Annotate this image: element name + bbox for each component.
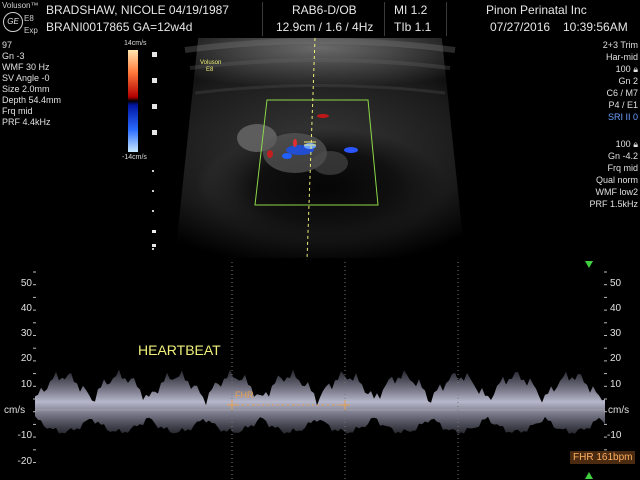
param-prf: PRF 4.4kHz (2, 117, 51, 127)
param-map: C6 / M7 (606, 88, 638, 98)
header-bar: Voluson™ GE E8 Exp BRADSHAW, NICOLE 04/1… (0, 0, 640, 38)
brand-label: Voluson™ (2, 1, 39, 10)
scale-label-right: 10 (610, 379, 622, 390)
unit-label-left: cm/s (4, 405, 26, 416)
param-trim: 2+3 Trim (602, 40, 638, 50)
fhr-measurement-result: FHR 161bpm (570, 451, 636, 464)
scale-label-right: 50 (610, 278, 622, 289)
param-gain: Gn -3 (2, 51, 25, 61)
param-doppler-gain: Gn -4.2 (607, 151, 638, 161)
scale-tick (152, 130, 157, 135)
triangle-marker-icon (585, 261, 593, 268)
depth-ruler (152, 170, 155, 250)
param-persistence: P4 / E1 (608, 100, 638, 110)
scale-label-right: 20 (610, 353, 622, 364)
triangle-marker-icon (585, 472, 593, 479)
colorbar-bottom-label: -14cm/s (122, 154, 147, 161)
param-harmonic: Har-mid (605, 52, 638, 62)
param-frequency: Frq mid (2, 106, 33, 116)
probe-label: RAB6-D/OB (292, 3, 357, 17)
doppler-waveform (33, 262, 607, 480)
param-color-map: 97 (2, 40, 13, 50)
scale-label-left: -20 (17, 456, 32, 467)
scale-label-left: 30 (20, 328, 32, 339)
param-wall-filter: WMF low2 (595, 187, 639, 197)
scale-tick (152, 104, 157, 109)
exam-date: 07/27/2016 (490, 20, 551, 34)
header-divider (262, 2, 263, 36)
lock-icon: 🔒︎ (633, 139, 638, 149)
scale-label-right: -10 (607, 430, 622, 441)
scale-label-left: 20 (20, 353, 32, 364)
bmode-overlay (184, 38, 456, 260)
scale-label-left: -10 (17, 430, 32, 441)
color-velocity-scale (128, 50, 138, 152)
patient-name: BRADSHAW, NICOLE 04/19/1987 (46, 3, 229, 17)
scale-label-left: 50 (20, 278, 32, 289)
param-sv-angle: SV Angle -0 (2, 73, 50, 83)
param-quality: Qual norm (595, 175, 638, 185)
param-sri: SRI II 0 (607, 112, 638, 122)
image-label-line1: Voluson (200, 60, 222, 66)
param-gain: Gn 2 (618, 76, 638, 86)
tib-value: TIb 1.1 (394, 20, 432, 34)
scale-tick (152, 78, 157, 83)
param-doppler-prf: PRF 1.5kHz (589, 199, 638, 209)
param-power: 100 🔒︎ (615, 64, 638, 74)
header-divider (384, 2, 385, 36)
scale-label-right: 30 (610, 328, 622, 339)
scale-tick (152, 52, 157, 57)
ultrasound-screen: Voluson™ GE E8 Exp BRADSHAW, NICOLE 04/1… (0, 0, 640, 480)
lock-icon: 🔒︎ (633, 64, 638, 74)
model-label: E8 (24, 14, 34, 23)
exam-time: 10:39:56AM (563, 20, 628, 34)
heartbeat-annotation: HEARTBEAT (138, 342, 221, 358)
mi-value: MI 1.2 (394, 3, 428, 17)
param-size: Size 2.0mm (2, 84, 50, 94)
institution-name: Pinon Perinatal Inc (486, 3, 587, 17)
param-depth: Depth 54.4mm (2, 95, 62, 105)
fhr-caliper-label: FHR (235, 390, 254, 400)
depth-info: 12.9cm / 1.6 / 4Hz (276, 20, 374, 34)
ge-logo-icon: GE (3, 12, 23, 32)
scale-label-left: 40 (20, 303, 32, 314)
unit-label-right: cm/s (608, 405, 630, 416)
patient-id: BRANI0017865 GA=12w4d (46, 20, 193, 34)
scale-label-left: 10 (20, 379, 32, 390)
image-label-line2: E8 (206, 67, 214, 73)
param-doppler-frequency: Frq mid (607, 163, 638, 173)
header-divider (446, 2, 447, 36)
scale-label-right: 40 (610, 303, 622, 314)
param-wmf: WMF 30 Hz (2, 62, 50, 72)
colorbar-top-label: 14cm/s (124, 40, 147, 47)
mode-label: Exp (24, 26, 38, 35)
param-doppler-power: 100 🔒︎ (615, 139, 638, 149)
